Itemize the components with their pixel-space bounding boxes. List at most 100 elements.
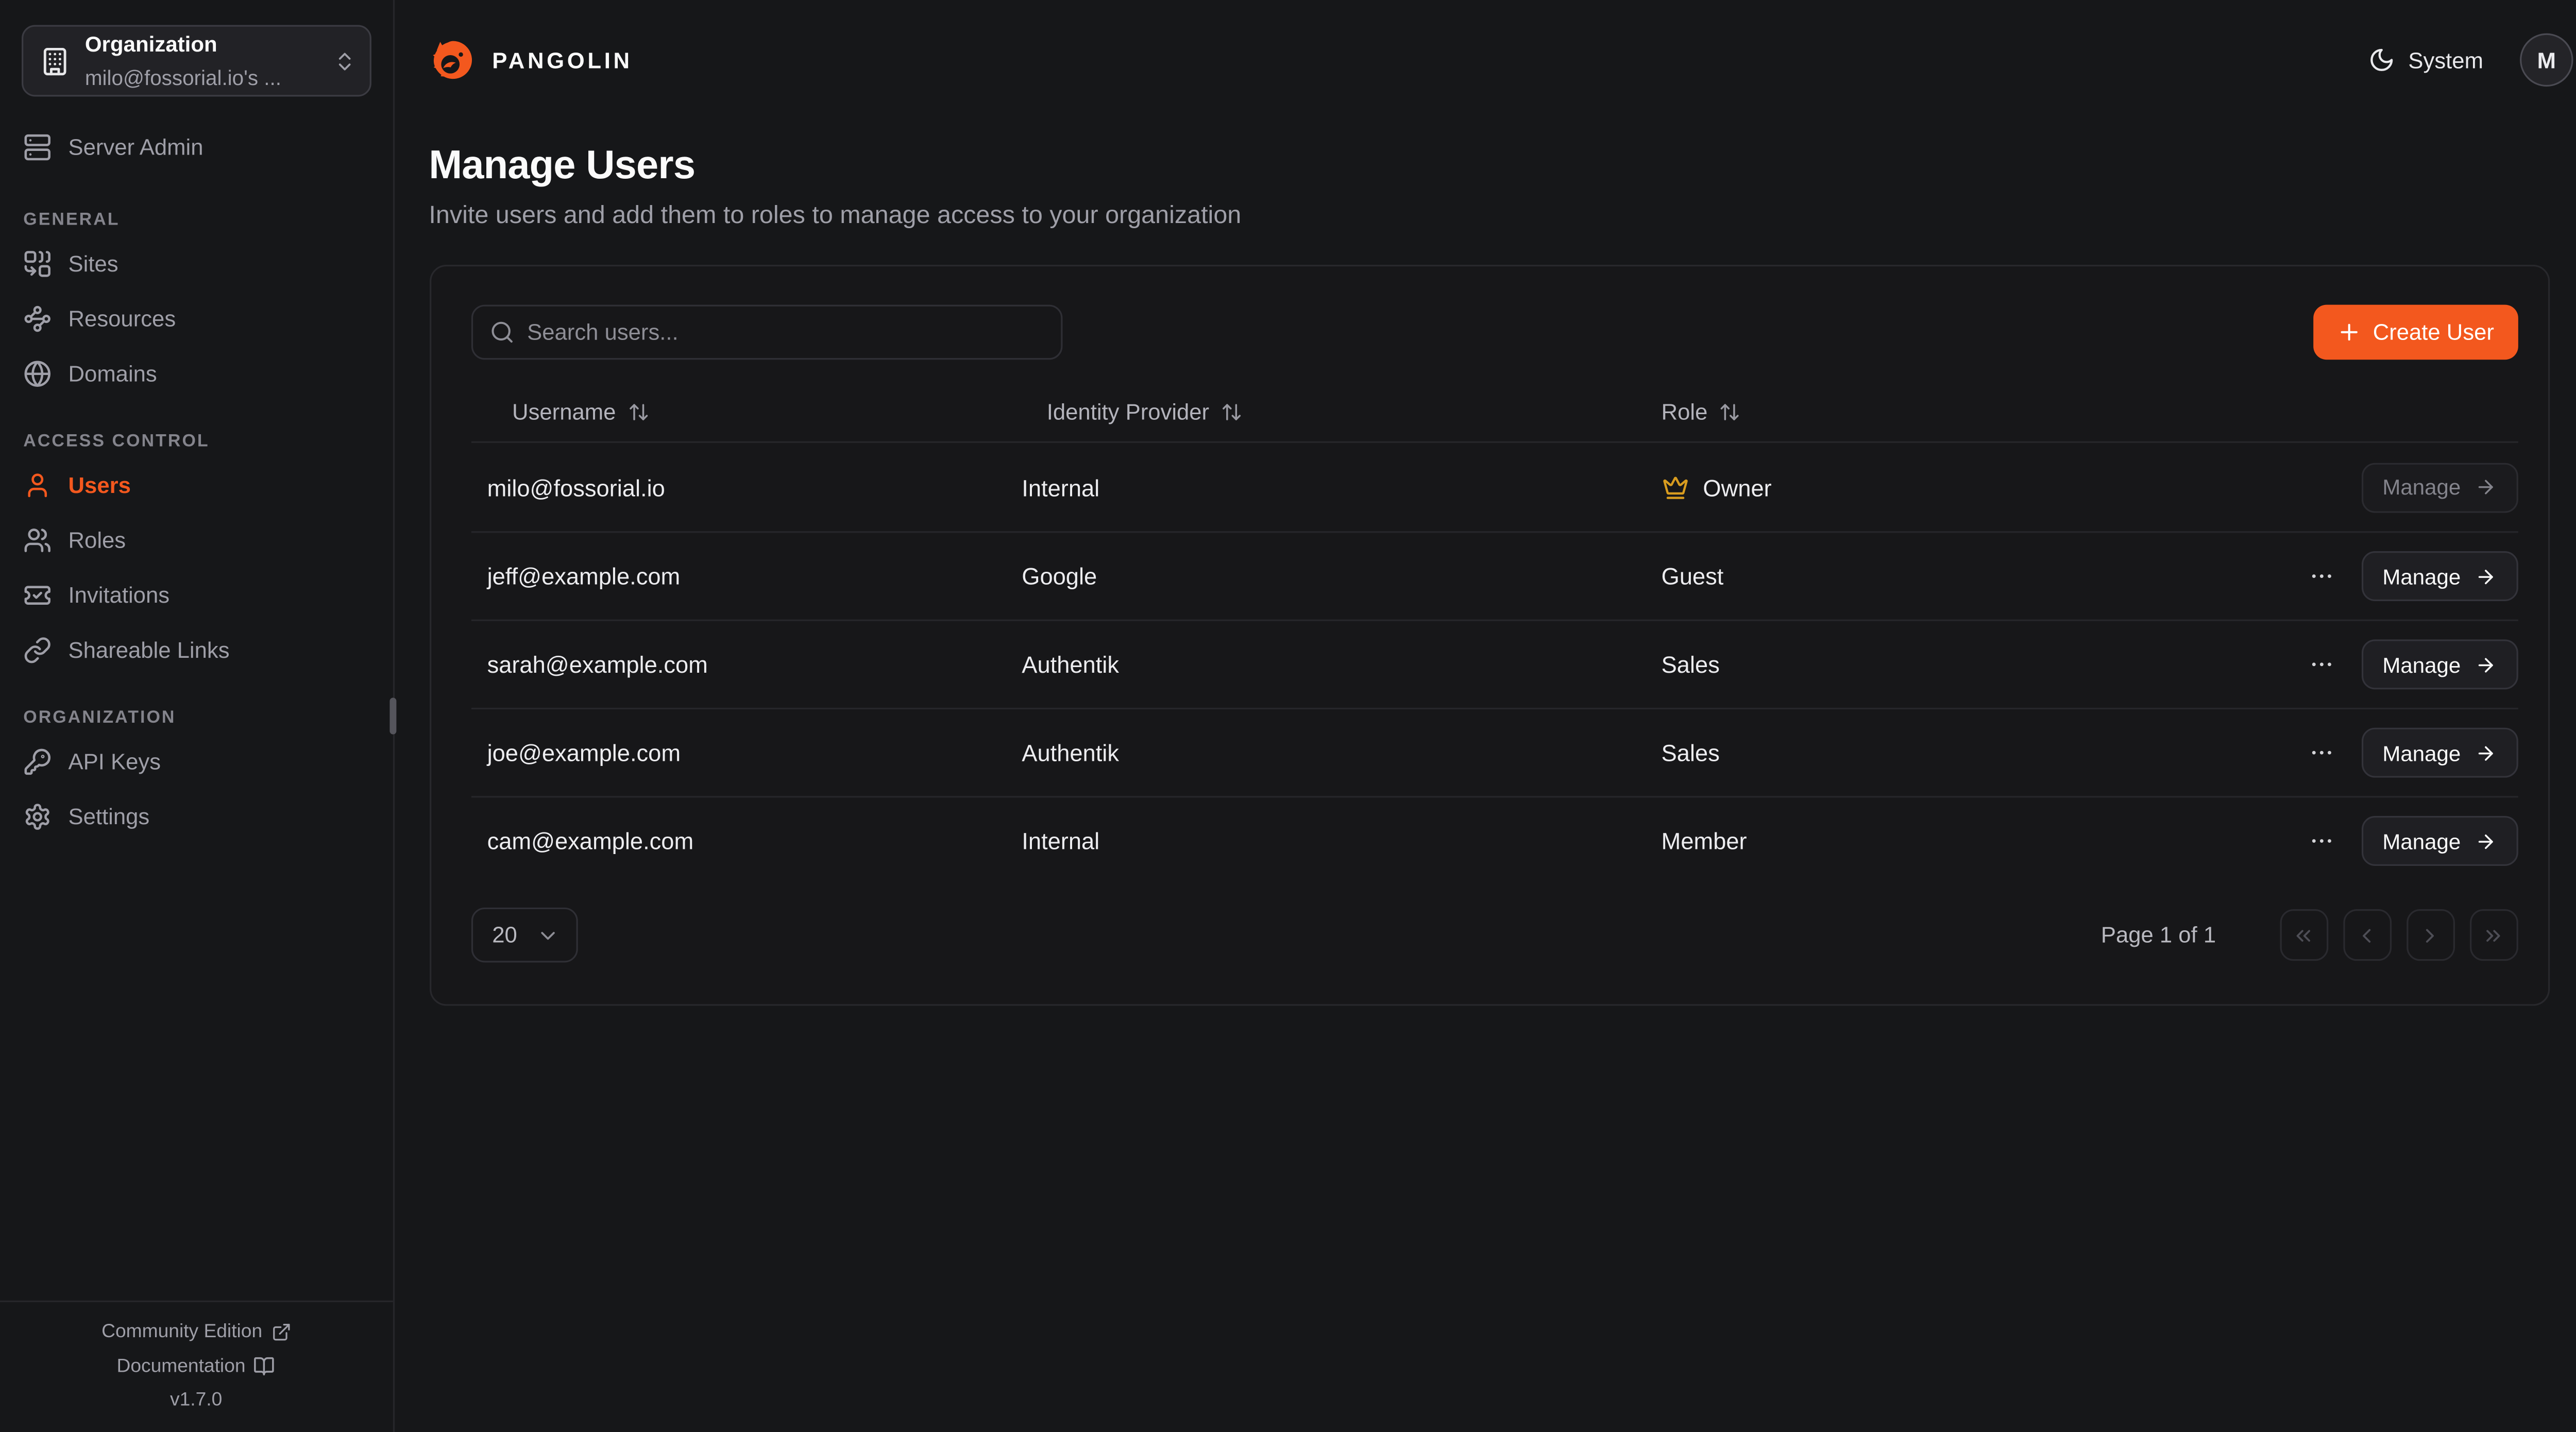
arrow-right-icon — [2474, 566, 2496, 587]
chevrons-right-icon — [2482, 924, 2505, 947]
table-row: joe@example.com Authentik Sales Manage — [470, 708, 2517, 796]
manage-button[interactable]: Manage — [2361, 728, 2517, 778]
sidebar: Organization milo@fossorial.io's ... Ser… — [0, 0, 394, 1432]
cell-role: Member — [1645, 828, 2267, 855]
sort-role-button[interactable]: Role — [1662, 399, 1741, 423]
page-size-select[interactable]: 20 — [470, 908, 577, 963]
brand-logo[interactable]: PANGOLIN — [429, 37, 632, 83]
sidebar-footer: Community Edition Documentation v1.7.0 — [0, 1301, 392, 1432]
arrow-up-down-icon — [628, 400, 649, 422]
external-link-icon — [270, 1322, 291, 1342]
combine-icon — [23, 250, 52, 278]
table-row: milo@fossorial.io Internal Owner Manage — [470, 443, 2517, 531]
arrow-right-icon — [2474, 476, 2496, 498]
row-menu-button[interactable] — [2304, 648, 2337, 681]
theme-toggle[interactable]: System — [2368, 47, 2483, 74]
globe-icon — [23, 360, 52, 388]
sidebar-item-label: Users — [69, 473, 131, 498]
sidebar-section-access-control: ACCESS CONTROL — [0, 431, 392, 458]
row-menu-button[interactable] — [2304, 824, 2337, 858]
sidebar-item-label: Domains — [69, 361, 157, 386]
sidebar-item-resources[interactable]: Resources — [0, 292, 392, 347]
prev-page-button[interactable] — [2343, 909, 2391, 961]
page-title: Manage Users — [429, 143, 2573, 190]
sidebar-item-roles[interactable]: Roles — [0, 513, 392, 568]
page-indicator: Page 1 of 1 — [2101, 923, 2216, 947]
cell-role: Guest — [1645, 563, 2267, 590]
gear-icon — [23, 803, 52, 831]
cell-username: jeff@example.com — [470, 563, 1005, 590]
manage-button[interactable]: Manage — [2361, 551, 2517, 601]
sidebar-item-api-keys[interactable]: API Keys — [0, 735, 392, 790]
sidebar-item-sites[interactable]: Sites — [0, 236, 392, 292]
next-page-button[interactable] — [2406, 909, 2454, 961]
sort-username-button[interactable]: Username — [512, 399, 649, 423]
cell-role: Owner — [1645, 474, 2267, 501]
book-open-icon — [254, 1355, 276, 1377]
sidebar-item-label: Sites — [69, 251, 118, 276]
table-header-row: Username Identity Provider — [470, 381, 2517, 443]
cell-username: joe@example.com — [470, 739, 1005, 766]
cell-idp: Internal — [1005, 474, 1645, 501]
sort-idp-button[interactable]: Identity Provider — [1047, 399, 1243, 423]
sidebar-item-shareable-links[interactable]: Shareable Links — [0, 623, 392, 678]
chevrons-up-down-icon — [332, 49, 355, 72]
sidebar-item-label: API Keys — [69, 749, 161, 774]
sidebar-resize-handle[interactable] — [389, 698, 395, 735]
brand-name: PANGOLIN — [492, 47, 633, 72]
main-area: PANGOLIN System M Manage Users Invite us… — [394, 0, 2576, 1432]
table-row: cam@example.com Internal Member Manage — [470, 796, 2517, 884]
cell-username: milo@fossorial.io — [470, 474, 1005, 501]
sidebar-item-domains[interactable]: Domains — [0, 346, 392, 401]
org-selector[interactable]: Organization milo@fossorial.io's ... — [22, 25, 370, 96]
sidebar-section-general: GENERAL — [0, 210, 392, 236]
cell-role: Sales — [1645, 651, 2267, 678]
ellipsis-icon — [2308, 563, 2334, 590]
ellipsis-icon — [2308, 739, 2334, 766]
chevron-left-icon — [2355, 924, 2378, 947]
theme-label: System — [2408, 47, 2483, 72]
sidebar-item-settings[interactable]: Settings — [0, 789, 392, 844]
pangolin-logo-icon — [429, 37, 476, 83]
user-icon — [23, 471, 52, 500]
cell-idp: Authentik — [1005, 739, 1645, 766]
search-icon — [489, 320, 514, 345]
moon-icon — [2368, 47, 2395, 74]
server-icon — [23, 133, 52, 162]
search-input[interactable] — [470, 305, 1062, 360]
manage-button[interactable]: Manage — [2361, 816, 2517, 866]
row-menu-button[interactable] — [2304, 559, 2337, 593]
waypoints-icon — [23, 305, 52, 333]
last-page-button[interactable] — [2469, 909, 2517, 961]
org-selector-title: Organization — [85, 31, 217, 56]
first-page-button[interactable] — [2279, 909, 2328, 961]
arrow-right-icon — [2474, 830, 2496, 852]
documentation-link[interactable]: Documentation — [116, 1355, 275, 1377]
users-icon — [23, 526, 52, 555]
row-menu-button[interactable] — [2304, 736, 2337, 770]
create-user-button[interactable]: Create User — [2313, 305, 2517, 360]
sidebar-item-label: Invitations — [69, 583, 170, 607]
page-header: Manage Users Invite users and add them t… — [394, 120, 2576, 230]
sidebar-item-invitations[interactable]: Invitations — [0, 568, 392, 623]
sidebar-item-users[interactable]: Users — [0, 458, 392, 513]
table-row: sarah@example.com Authentik Sales Manage — [470, 620, 2517, 708]
cell-role: Sales — [1645, 739, 2267, 766]
user-avatar[interactable]: M — [2520, 33, 2573, 87]
manage-button[interactable]: Manage — [2361, 462, 2517, 512]
cell-username: sarah@example.com — [470, 651, 1005, 678]
link-icon — [23, 636, 52, 664]
org-selector-value: milo@fossorial.io's ... — [85, 66, 281, 89]
topbar: PANGOLIN System M — [394, 0, 2576, 120]
ellipsis-icon — [2308, 828, 2334, 855]
manage-button[interactable]: Manage — [2361, 639, 2517, 689]
sidebar-item-server-admin[interactable]: Server Admin — [0, 120, 392, 175]
app-window: Organization milo@fossorial.io's ... Ser… — [0, 0, 2576, 1432]
cell-idp: Google — [1005, 563, 1645, 590]
arrow-right-icon — [2474, 742, 2496, 763]
users-panel: Create User Username Identity Provider — [429, 265, 2549, 1006]
community-edition-link[interactable]: Community Edition — [101, 1322, 291, 1342]
sidebar-item-label: Server Admin — [69, 135, 204, 160]
chevron-right-icon — [2418, 924, 2442, 947]
sidebar-item-label: Shareable Links — [69, 638, 230, 662]
